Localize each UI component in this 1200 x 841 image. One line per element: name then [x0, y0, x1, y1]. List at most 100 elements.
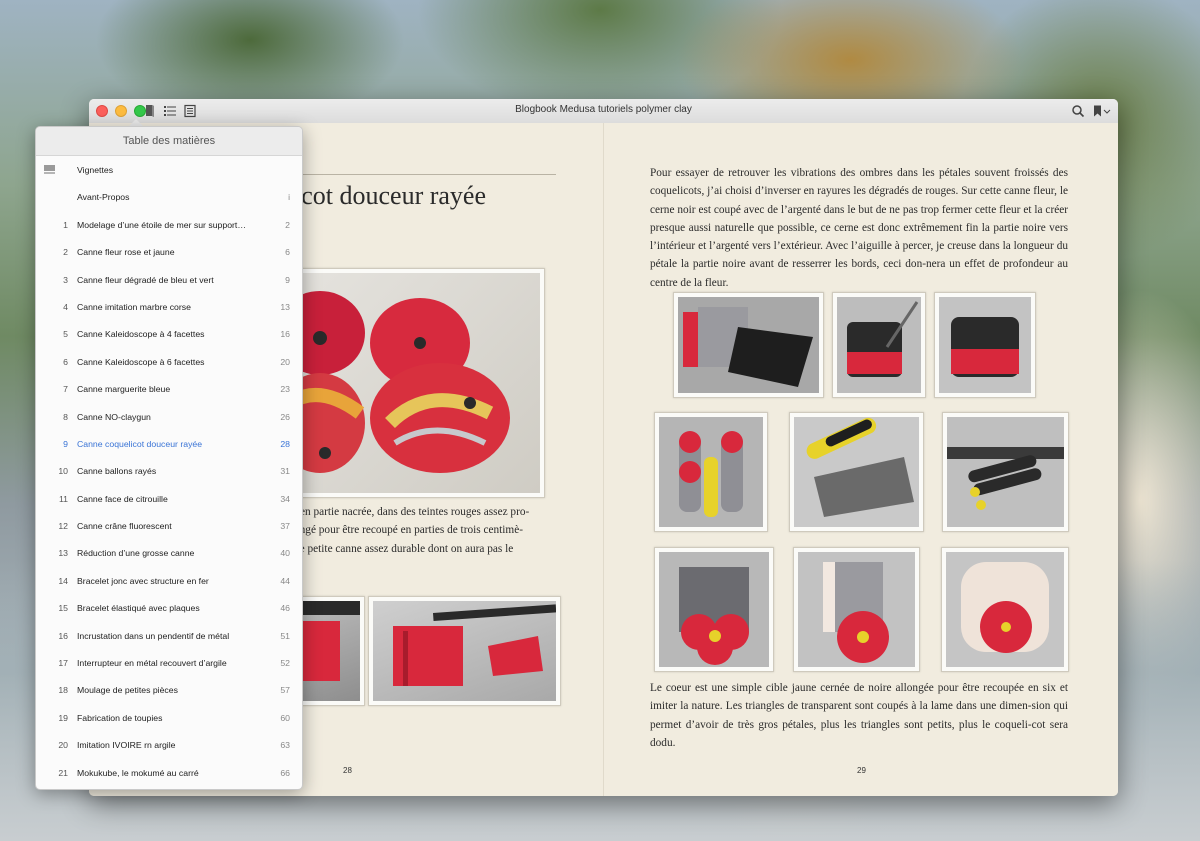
photo-step-3 [934, 292, 1036, 398]
toc-item-page: 40 [280, 548, 290, 559]
toc-list: Vignettes Avant-Propos i 1 Modelage d’une ét… [36, 156, 302, 786]
toc-item[interactable]: 18 Moulage de petites pièces 57 [36, 676, 302, 703]
toc-item-number: 3 [63, 274, 68, 285]
toc-item-number: 4 [63, 301, 68, 312]
toc-item-number: 1 [63, 219, 68, 230]
left-text-line: t en partie nacrée, dans des teintes rou… [294, 506, 530, 518]
toc-item-label: Canne coquelicot douceur rayée [77, 438, 203, 449]
toc-item-page: 37 [280, 521, 290, 532]
toc-item[interactable]: 21 Mokukube, le mokumé au carré 66 [36, 759, 302, 786]
toc-item-page: 63 [280, 740, 290, 751]
toc-item-number: 18 [58, 685, 68, 696]
toc-item-page: 44 [280, 575, 290, 586]
toc-item-number: 5 [63, 329, 68, 340]
photo-poppy-beads [285, 268, 545, 498]
toc-item-number: 15 [58, 603, 68, 614]
toc-item[interactable]: 2 Canne fleur rose et jaune 6 [36, 238, 302, 265]
toc-item[interactable]: 16 Incrustation dans un pendentif de méta… [36, 622, 302, 649]
left-text-line: ne petite canne assez durable dont on au… [294, 542, 514, 555]
toc-item-page: 28 [280, 438, 290, 449]
toc-item[interactable]: 4 Canne imitation marbre corse 13 [36, 293, 302, 320]
photo-step-5 [789, 412, 924, 532]
toc-item-label: Interrupteur en métal recouvert d’argile [77, 658, 227, 669]
toc-item-page: 66 [280, 767, 290, 778]
toc-item-label: Bracelet élastiqué avec plaques [77, 603, 200, 614]
toc-item-number: 16 [58, 630, 68, 641]
toc-item-number: 19 [58, 712, 68, 723]
left-page-text: t en partie nacrée, dans des teintes rou… [294, 503, 554, 558]
toc-item-number: 7 [63, 384, 68, 395]
toc-item-label: Canne imitation marbre corse [77, 301, 191, 312]
toc-item-page: 26 [280, 411, 290, 422]
toc-item[interactable]: 3 Canne fleur dégradé de bleu et vert 9 [36, 266, 302, 293]
toc-item-page: 16 [280, 329, 290, 340]
toc-item[interactable]: Avant-Propos i [36, 183, 302, 210]
toc-item-number: 12 [58, 521, 68, 532]
toc-item[interactable]: 19 Fabrication de toupies 60 [36, 704, 302, 731]
toc-item-page: 34 [280, 493, 290, 504]
toc-item-page: 6 [285, 247, 290, 258]
right-page: Pour essayer de retrouver les vibrations… [604, 123, 1118, 796]
chapter-title: icot douceur rayée [294, 181, 487, 210]
toc-item-label: Moulage de petites pièces [77, 685, 178, 696]
toc-item-page: 9 [285, 274, 290, 285]
toc-item-number: 10 [58, 466, 68, 477]
page-number-left: 28 [343, 766, 352, 775]
title-bar[interactable]: Blogbook Medusa tutoriels polymer clay [89, 99, 1118, 124]
toc-item-label: Incrustation dans un pendentif de métal [77, 630, 230, 641]
toc-item[interactable]: 15 Bracelet élastiqué avec plaques 46 [36, 594, 302, 621]
toc-item-number: 9 [63, 438, 68, 449]
toc-item-label: Avant-Propos [77, 192, 130, 203]
toc-item[interactable]: 12 Canne crâne fluorescent 37 [36, 512, 302, 539]
toc-item-label: Canne ballons rayés [77, 466, 157, 477]
photo-step-6 [942, 412, 1069, 532]
toc-item-label: Canne Kaleidoscope à 4 facettes [77, 329, 205, 340]
toc-item-number: 20 [58, 740, 68, 751]
toc-item-page: 46 [280, 603, 290, 614]
toc-item-number: 2 [63, 247, 68, 258]
toc-item-label: Fabrication de toupies [77, 712, 163, 723]
toc-item-page: 51 [280, 630, 290, 641]
toc-item-page: 13 [280, 301, 290, 312]
toc-header: Table des matières [36, 127, 302, 156]
toc-item-number: 11 [58, 493, 68, 504]
toc-item-label: Canne fleur rose et jaune [77, 247, 175, 258]
toc-item-number: 13 [58, 548, 68, 559]
left-text-line: ongé pour être recoupé en parties de tro… [294, 524, 523, 537]
toc-item[interactable]: 10 Canne ballons rayés 31 [36, 457, 302, 484]
toc-item-label: Imitation IVOIRE rn argile [77, 740, 176, 751]
toc-item-number: 6 [63, 356, 68, 367]
thumbnails-icon [44, 165, 55, 174]
toc-item[interactable]: 9 Canne coquelicot douceur rayée 28 [36, 430, 302, 457]
photo-step-2 [832, 292, 926, 398]
toc-item[interactable]: 6 Canne Kaleidoscope à 6 facettes 20 [36, 348, 302, 375]
toc-item[interactable]: 8 Canne NO-claygun 26 [36, 403, 302, 430]
toc-item-label: Réduction d’une grosse canne [77, 548, 195, 559]
toc-item-label: Canne Kaleidoscope à 6 facettes [77, 356, 205, 367]
toc-item[interactable]: Vignettes [36, 156, 302, 183]
toc-item[interactable]: 20 Imitation IVOIRE rn argile 63 [36, 731, 302, 758]
toc-item-number: 14 [58, 575, 68, 586]
chevron-down-icon[interactable] [1103, 103, 1111, 119]
toc-item-number: 21 [58, 767, 68, 778]
toc-item[interactable]: 7 Canne marguerite bleue 23 [36, 375, 302, 402]
toc-item[interactable]: 11 Canne face de citrouille 34 [36, 485, 302, 512]
toc-item-page: 2 [285, 219, 290, 230]
toc-item-page: 52 [280, 658, 290, 669]
search-icon[interactable] [1070, 103, 1086, 119]
toc-item-page: i [288, 192, 290, 203]
toc-item[interactable]: 13 Réduction d’une grosse canne 40 [36, 539, 302, 566]
toc-item-label: Canne NO-claygun [77, 411, 151, 422]
photo-step-8 [793, 547, 920, 672]
photo-cane-blade [368, 596, 561, 706]
toc-item[interactable]: 17 Interrupteur en métal recouvert d’argi… [36, 649, 302, 676]
toc-item-label: Canne marguerite bleue [77, 384, 171, 395]
toc-item-label: Vignettes [77, 165, 114, 175]
toc-item-label: Bracelet jonc avec structure en fer [77, 575, 209, 586]
toc-item-label: Modelage d’une étoile de mer sur support… [77, 219, 247, 230]
toc-item[interactable]: 14 Bracelet jonc avec structure en fer 44 [36, 567, 302, 594]
toc-item-page: 57 [280, 685, 290, 696]
toc-item[interactable]: 5 Canne Kaleidoscope à 4 facettes 16 [36, 320, 302, 347]
toc-item[interactable]: 1 Modelage d’une étoile de mer sur suppor… [36, 211, 302, 238]
toc-item-label: Mokukube, le mokumé au carré [77, 767, 199, 778]
